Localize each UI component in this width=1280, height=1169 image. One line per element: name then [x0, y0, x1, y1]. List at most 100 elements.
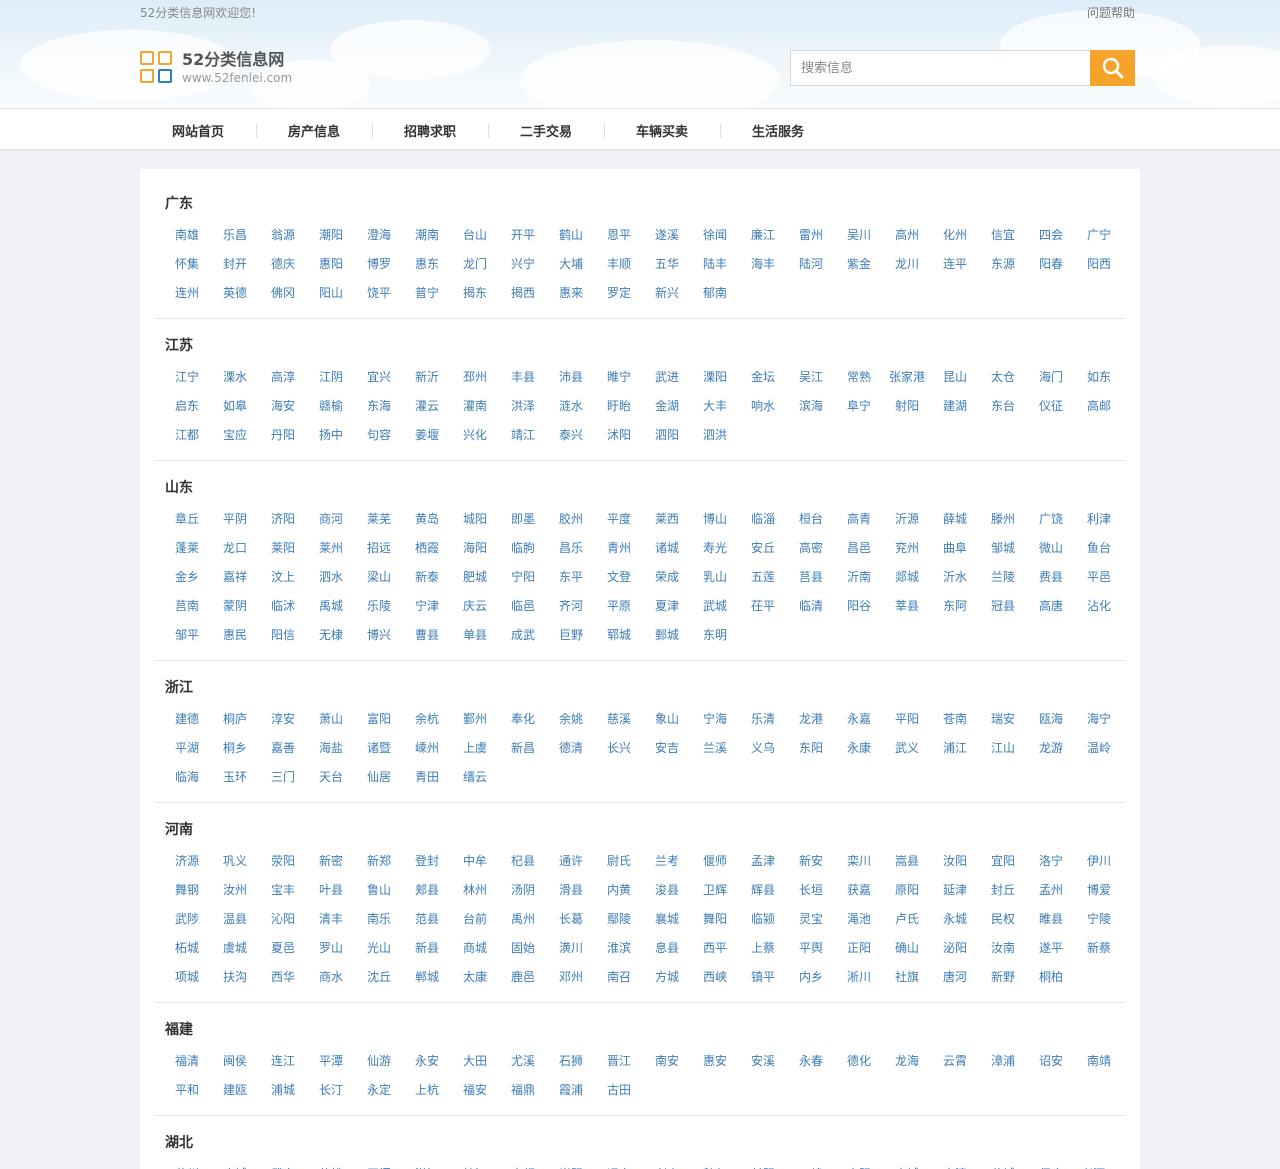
city-link[interactable]: 高唐 [1027, 592, 1075, 621]
city-link[interactable]: 寿光 [691, 534, 739, 563]
city-link[interactable]: 丰县 [499, 363, 547, 392]
city-link[interactable]: 襄城 [643, 905, 691, 934]
city-link[interactable]: 海阳 [451, 534, 499, 563]
site-logo[interactable]: 52分类信息网 www.52fenlei.com [140, 50, 292, 86]
city-link[interactable]: 莘县 [883, 592, 931, 621]
city-link[interactable]: 内乡 [787, 963, 835, 992]
city-link[interactable]: 兴宁 [499, 250, 547, 279]
city-link[interactable]: 沛县 [547, 363, 595, 392]
city-link[interactable]: 招远 [355, 534, 403, 563]
city-link[interactable]: 博兴 [355, 621, 403, 650]
city-link[interactable]: 柘城 [163, 934, 211, 963]
city-link[interactable]: 禹州 [499, 905, 547, 934]
city-link[interactable]: 商河 [307, 505, 355, 534]
city-link[interactable]: 海安 [259, 392, 307, 421]
city-link[interactable]: 晋江 [595, 1047, 643, 1076]
city-link[interactable]: 郁南 [691, 279, 739, 308]
city-link[interactable]: 江宁 [163, 363, 211, 392]
city-link[interactable]: 泰兴 [547, 421, 595, 450]
city-link[interactable]: 桐庐 [211, 705, 259, 734]
city-link[interactable]: 温县 [211, 905, 259, 934]
city-link[interactable]: 秭归 [691, 1160, 739, 1169]
city-link[interactable]: 海盐 [307, 734, 355, 763]
city-link[interactable]: 陆丰 [691, 250, 739, 279]
city-link[interactable]: 天门 [355, 1160, 403, 1169]
city-link[interactable]: 南漳 [931, 1160, 979, 1169]
city-link[interactable]: 安吉 [643, 734, 691, 763]
city-link[interactable]: 霞浦 [547, 1076, 595, 1105]
city-link[interactable]: 新沂 [403, 363, 451, 392]
city-link[interactable]: 上虞 [451, 734, 499, 763]
city-link[interactable]: 平阴 [211, 505, 259, 534]
city-link[interactable]: 上杭 [403, 1076, 451, 1105]
city-link[interactable]: 济源 [163, 847, 211, 876]
city-link[interactable]: 闽侯 [211, 1047, 259, 1076]
city-link[interactable]: 惠东 [403, 250, 451, 279]
city-link[interactable]: 尉氏 [595, 847, 643, 876]
city-link[interactable]: 庆云 [451, 592, 499, 621]
city-link[interactable]: 方城 [643, 963, 691, 992]
city-link[interactable]: 远安 [595, 1160, 643, 1169]
city-link[interactable]: 即墨 [499, 505, 547, 534]
city-link[interactable]: 蓬莱 [163, 534, 211, 563]
city-link[interactable]: 伊川 [1075, 847, 1123, 876]
city-link[interactable]: 张家港 [883, 363, 931, 392]
city-link[interactable]: 淳安 [259, 705, 307, 734]
city-link[interactable]: 莒县 [787, 563, 835, 592]
city-link[interactable]: 汝阳 [931, 847, 979, 876]
city-link[interactable]: 嵩县 [883, 847, 931, 876]
city-link[interactable]: 宁陵 [1075, 905, 1123, 934]
city-link[interactable]: 虞城 [211, 934, 259, 963]
city-link[interactable]: 洛宁 [1027, 847, 1075, 876]
city-link[interactable]: 诏安 [1027, 1047, 1075, 1076]
city-link[interactable]: 临邑 [499, 592, 547, 621]
city-link[interactable]: 武城 [691, 592, 739, 621]
city-link[interactable]: 灵宝 [787, 905, 835, 934]
city-link[interactable]: 新泰 [403, 563, 451, 592]
city-link[interactable]: 永康 [835, 734, 883, 763]
city-link[interactable]: 瓯海 [1027, 705, 1075, 734]
city-link[interactable]: 阳信 [259, 621, 307, 650]
city-link[interactable]: 廉江 [739, 221, 787, 250]
city-link[interactable]: 滑县 [547, 876, 595, 905]
city-link[interactable]: 启东 [163, 392, 211, 421]
city-link[interactable]: 余姚 [547, 705, 595, 734]
city-link[interactable]: 东阿 [931, 592, 979, 621]
city-link[interactable]: 宝丰 [259, 876, 307, 905]
city-link[interactable]: 仪征 [1027, 392, 1075, 421]
city-link[interactable]: 乐陵 [355, 592, 403, 621]
city-link[interactable]: 福鼎 [499, 1076, 547, 1105]
city-link[interactable]: 栾川 [835, 847, 883, 876]
city-link[interactable]: 海门 [1027, 363, 1075, 392]
city-link[interactable]: 仙居 [355, 763, 403, 792]
city-link[interactable]: 无棣 [307, 621, 355, 650]
city-link[interactable]: 薛城 [931, 505, 979, 534]
city-link[interactable]: 淮滨 [595, 934, 643, 963]
city-link[interactable]: 大埔 [547, 250, 595, 279]
city-link[interactable]: 平邑 [1075, 563, 1123, 592]
city-link[interactable]: 邹城 [979, 534, 1027, 563]
city-link[interactable]: 西平 [691, 934, 739, 963]
city-link[interactable]: 福安 [451, 1076, 499, 1105]
city-link[interactable]: 莱芜 [355, 505, 403, 534]
city-link[interactable]: 龙游 [1027, 734, 1075, 763]
city-link[interactable]: 射阳 [883, 392, 931, 421]
city-link[interactable]: 封丘 [979, 876, 1027, 905]
city-link[interactable]: 金湖 [643, 392, 691, 421]
search-input[interactable] [790, 50, 1090, 86]
city-link[interactable]: 鄄城 [643, 621, 691, 650]
city-link[interactable]: 东阳 [787, 734, 835, 763]
city-link[interactable]: 昆山 [931, 363, 979, 392]
city-link[interactable]: 高州 [883, 221, 931, 250]
city-link[interactable]: 武义 [883, 734, 931, 763]
city-link[interactable]: 中牟 [451, 847, 499, 876]
city-link[interactable]: 黄岛 [403, 505, 451, 534]
city-link[interactable]: 东源 [979, 250, 1027, 279]
city-link[interactable]: 老河口 [1075, 1160, 1123, 1169]
city-link[interactable]: 乳山 [691, 563, 739, 592]
city-link[interactable]: 建德 [163, 705, 211, 734]
search-button[interactable] [1090, 50, 1135, 86]
city-link[interactable]: 惠民 [211, 621, 259, 650]
city-link[interactable]: 建瓯 [211, 1076, 259, 1105]
city-link[interactable]: 永春 [787, 1047, 835, 1076]
